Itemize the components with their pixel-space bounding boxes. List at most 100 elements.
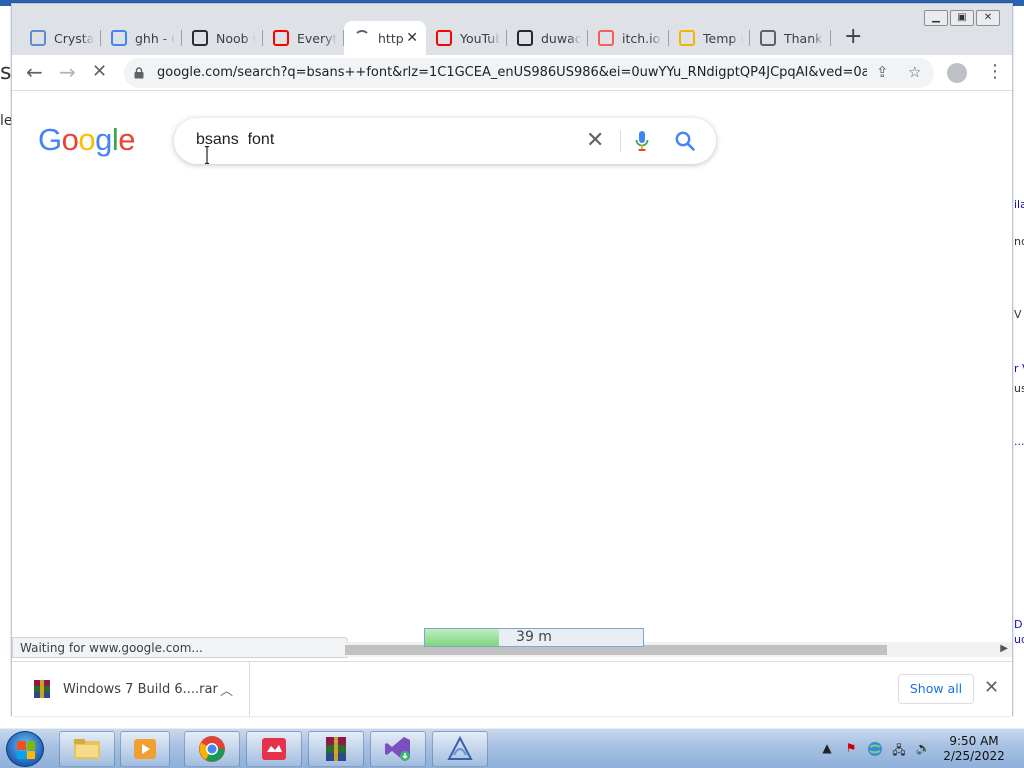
close-window-button[interactable]: ✕ bbox=[976, 10, 1000, 26]
download-bar: Windows 7 Build 6....rar ︿ Show all ✕ bbox=[12, 661, 1012, 716]
youtube-icon bbox=[273, 30, 289, 46]
microphone-icon[interactable] bbox=[634, 130, 650, 152]
background-text-fragment: V bbox=[1014, 308, 1022, 321]
system-clock[interactable]: 9:50 AM 2/25/2022 bbox=[936, 734, 1012, 764]
tab-list: Crystal ghh - G Noob v Everyth http✕ YouTub du… bbox=[20, 21, 831, 55]
browser-window: Crystal ghh - G Noob v Everyth http✕ YouTub du… bbox=[11, 3, 1013, 716]
google-icon bbox=[111, 30, 127, 46]
inkscape-icon[interactable] bbox=[432, 731, 488, 767]
chevron-up-icon[interactable]: ︿ bbox=[220, 680, 233, 699]
browser-tab[interactable]: Temp M bbox=[669, 21, 750, 55]
tab-title: Temp M bbox=[703, 30, 743, 46]
clear-search-icon[interactable]: ✕ bbox=[586, 128, 604, 153]
background-text-fragment: nc bbox=[1014, 235, 1024, 248]
windows-logo-icon bbox=[17, 741, 35, 759]
forward-button[interactable]: → bbox=[59, 62, 76, 82]
clock-time: 9:50 AM bbox=[949, 734, 999, 748]
media-player-icon[interactable] bbox=[120, 731, 170, 767]
background-right-strip: ila nc V r V us ... D ud bbox=[1012, 90, 1024, 650]
chrome-icon[interactable] bbox=[184, 731, 240, 767]
maximize-button[interactable]: ▣ bbox=[950, 10, 974, 26]
browser-tab[interactable]: Everyth bbox=[263, 21, 344, 55]
progress-overlay: 39 m bbox=[424, 628, 644, 647]
github-icon bbox=[517, 30, 533, 46]
taskbar: ▲ ⚑ 🖧 🔊 9:50 AM 2/25/2022 bbox=[0, 728, 1024, 768]
stop-loading-button[interactable]: ✕ bbox=[92, 62, 107, 82]
winrar-file-icon bbox=[34, 680, 50, 698]
browser-tab[interactable]: itch.io bbox=[588, 21, 669, 55]
download-item[interactable]: Windows 7 Build 6....rar ︿ bbox=[12, 662, 250, 716]
crystal-icon bbox=[30, 30, 46, 46]
show-all-button[interactable]: Show all bbox=[898, 674, 974, 704]
gamemaker-icon[interactable] bbox=[246, 731, 302, 767]
clock-date: 2/25/2022 bbox=[943, 749, 1005, 763]
browser-tab[interactable]: ghh - G bbox=[101, 21, 182, 55]
background-link-fragment: r V bbox=[1014, 362, 1024, 375]
search-icon[interactable] bbox=[674, 130, 696, 152]
logo-letter: e bbox=[118, 122, 136, 157]
browser-tab[interactable]: Noob v bbox=[182, 21, 263, 55]
profile-avatar[interactable] bbox=[947, 63, 967, 83]
winrar-icon[interactable] bbox=[308, 731, 364, 767]
browser-tab[interactable]: Crystal bbox=[20, 21, 101, 55]
window-controls: ▁ ▣ ✕ bbox=[924, 10, 1000, 26]
minimize-button[interactable]: ▁ bbox=[924, 10, 948, 26]
logo-letter: o bbox=[61, 122, 79, 157]
share-icon[interactable]: ⇪ bbox=[876, 63, 889, 81]
download-filename: Windows 7 Build 6....rar bbox=[63, 682, 218, 697]
status-bar: Waiting for www.google.com... bbox=[12, 637, 348, 658]
tab-title: Crystal bbox=[54, 30, 94, 46]
globe-icon bbox=[760, 30, 776, 46]
progress-label: 39 m bbox=[516, 629, 552, 645]
close-tab-icon[interactable]: ✕ bbox=[406, 30, 418, 46]
start-button[interactable] bbox=[6, 731, 44, 767]
logo-letter: g bbox=[95, 122, 112, 157]
logo-letter: o bbox=[78, 122, 96, 157]
browser-toolbar: ← → ✕ google.com/search?q=bsans++font&rl… bbox=[12, 55, 1012, 91]
back-button[interactable]: ← bbox=[26, 62, 43, 82]
progress-fill bbox=[425, 629, 500, 646]
tab-title: ghh - G bbox=[135, 30, 175, 46]
bookmark-star-icon[interactable]: ☆ bbox=[908, 63, 921, 81]
page-content: Google bsans font ✕ bbox=[12, 92, 1012, 660]
scroll-right-arrow-icon[interactable]: ▶ bbox=[1000, 643, 1008, 654]
background-text-fragment: le bbox=[0, 113, 11, 129]
show-hidden-icons-icon[interactable]: ▲ bbox=[819, 741, 835, 757]
background-link-fragment: ila bbox=[1014, 198, 1024, 211]
tempmail-icon bbox=[679, 30, 695, 46]
tab-title: YouTub bbox=[460, 30, 500, 46]
tab-title: itch.io bbox=[622, 30, 661, 46]
background-link-fragment: ... bbox=[1014, 435, 1024, 448]
google-logo[interactable]: Google bbox=[38, 122, 136, 158]
action-center-icon[interactable]: ⚑ bbox=[843, 741, 859, 757]
loading-spinner-icon bbox=[354, 30, 370, 46]
browser-tab[interactable]: duwaca bbox=[507, 21, 588, 55]
tab-title: duwaca bbox=[541, 30, 581, 46]
tab-title: Noob v bbox=[216, 30, 256, 46]
search-box[interactable]: bsans font ✕ bbox=[174, 118, 716, 164]
search-divider bbox=[620, 130, 621, 152]
network-globe-icon[interactable] bbox=[867, 741, 883, 757]
browser-tab[interactable]: YouTub bbox=[426, 21, 507, 55]
game-thumbnail-icon bbox=[192, 30, 208, 46]
browser-tab[interactable]: Thank y bbox=[750, 21, 831, 55]
tab-title: Thank y bbox=[784, 30, 824, 46]
tab-strip: Crystal ghh - G Noob v Everyth http✕ YouTub du… bbox=[12, 4, 1012, 57]
background-text-fragment: s bbox=[0, 60, 11, 85]
logo-letter: G bbox=[38, 122, 62, 157]
background-link-fragment: D bbox=[1014, 618, 1023, 631]
text-cursor-icon bbox=[205, 146, 209, 164]
close-download-bar-icon[interactable]: ✕ bbox=[984, 677, 999, 698]
address-bar-url[interactable]: google.com/search?q=bsans++font&rlz=1C1G… bbox=[157, 65, 867, 80]
background-link-fragment: ud bbox=[1014, 633, 1024, 646]
new-tab-button[interactable]: + bbox=[844, 26, 862, 48]
volume-icon[interactable]: 🔊 bbox=[915, 741, 931, 757]
explorer-icon[interactable] bbox=[59, 731, 115, 767]
visual-studio-icon[interactable] bbox=[370, 731, 426, 767]
network-icon[interactable]: 🖧 bbox=[891, 741, 907, 757]
browser-menu-icon[interactable]: ⋮ bbox=[986, 61, 1004, 82]
address-bar[interactable]: google.com/search?q=bsans++font&rlz=1C1G… bbox=[124, 58, 934, 88]
background-text-fragment: us bbox=[1014, 382, 1024, 395]
browser-tab[interactable]: http ✕ bbox=[344, 21, 426, 55]
youtube-icon bbox=[436, 30, 452, 46]
